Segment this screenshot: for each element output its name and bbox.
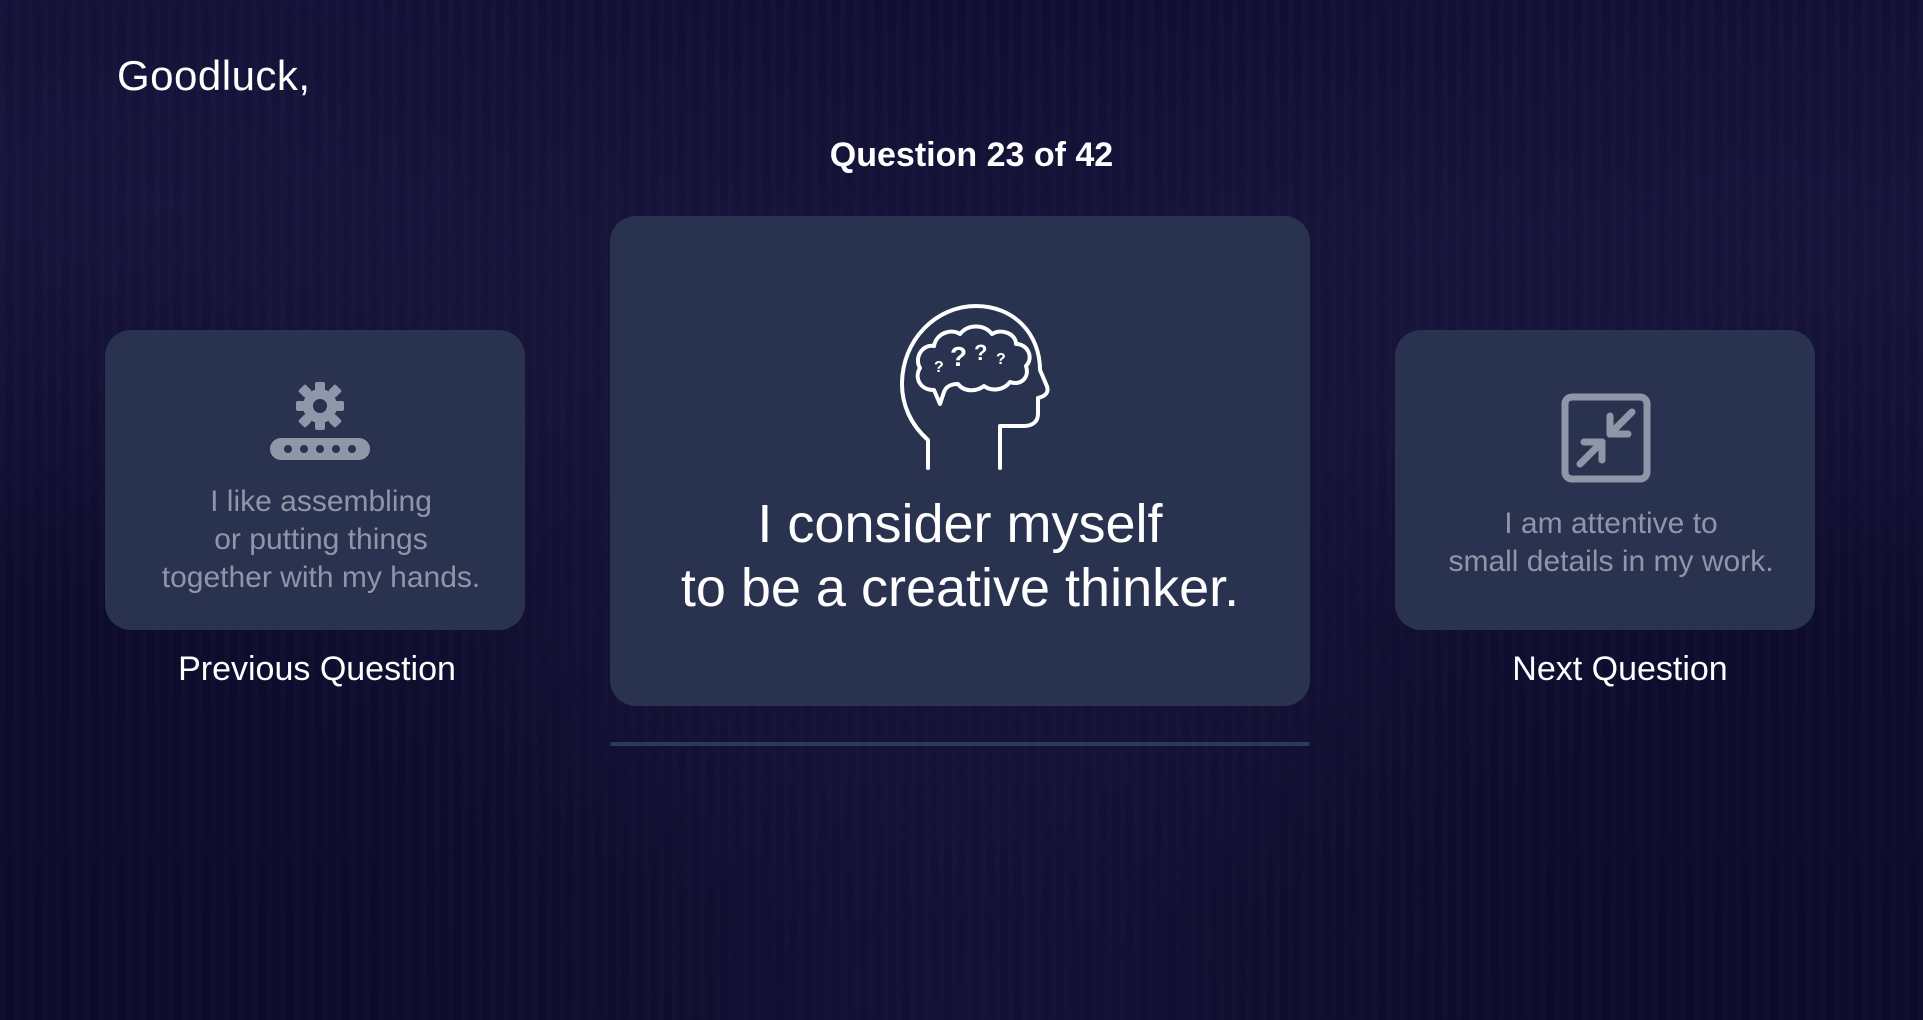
svg-text:?: ?: [934, 359, 944, 376]
minimize-arrows-icon: [1561, 393, 1651, 483]
svg-text:?: ?: [974, 340, 987, 365]
current-question-underline: [610, 742, 1310, 746]
next-question-card[interactable]: I am attentive to small details in my wo…: [1395, 330, 1815, 630]
next-question-text: I am attentive to small details in my wo…: [1448, 507, 1774, 578]
previous-question-card[interactable]: I like assembling or putting things toge…: [105, 330, 525, 630]
svg-text:?: ?: [996, 351, 1006, 368]
previous-question-button[interactable]: Previous Question: [107, 650, 527, 689]
question-progress: Question 23 of 42: [829, 136, 1114, 174]
svg-text:?: ?: [950, 341, 967, 372]
next-question-button[interactable]: Next Question: [1410, 650, 1830, 689]
previous-question-text: I like assembling or putting things toge…: [161, 485, 481, 594]
current-question-card: ? ? ? ? I consider myself to be a creati…: [610, 216, 1310, 706]
head-brain-question-icon: ? ? ? ?: [900, 304, 1050, 470]
conveyor-gear-icon: [270, 382, 370, 460]
greeting-text: Goodluck,: [117, 52, 311, 99]
current-question-text: I consider myself to be a creative think…: [680, 494, 1240, 618]
